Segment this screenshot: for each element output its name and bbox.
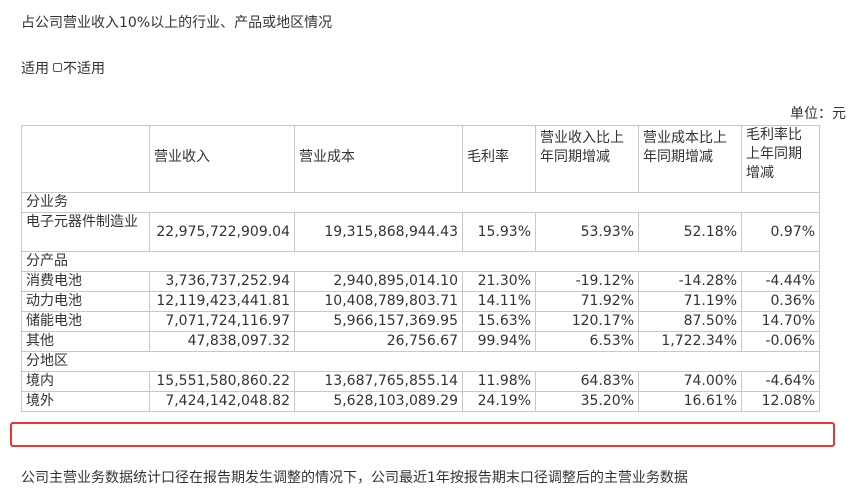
section-row: 分地区 — [21, 351, 820, 372]
table-cell: 1,722.34% — [638, 331, 742, 352]
table-cell: 99.94% — [462, 331, 536, 352]
row-label: 储能电池 — [21, 311, 150, 332]
table-cell: 6.53% — [535, 331, 639, 352]
table-cell: 7,071,724,116.97 — [149, 311, 295, 332]
table-cell: -4.44% — [741, 271, 820, 292]
table-cell: 15,551,580,860.22 — [149, 371, 295, 392]
header-cell: 营业收入 — [149, 125, 295, 193]
header-cell: 毛利率比上年同期增减 — [741, 125, 820, 193]
checkbox-icon[interactable] — [53, 63, 62, 72]
revenue-table: 营业收入 营业成本 毛利率 营业收入比上年同期增减 营业成本比上年同期增减 毛利… — [21, 125, 820, 412]
table-cell: 14.11% — [462, 291, 536, 312]
table-cell: 11.98% — [462, 371, 536, 392]
table-cell: 2,940,895,014.10 — [294, 271, 463, 292]
table-row: 储能电池 7,071,724,116.97 5,966,157,369.95 15.6… — [21, 311, 820, 332]
table-cell: 74.00% — [638, 371, 742, 392]
table-cell: -19.12% — [535, 271, 639, 292]
table-cell: 35.20% — [535, 391, 639, 412]
table-cell: 71.92% — [535, 291, 639, 312]
table-cell: 21.30% — [462, 271, 536, 292]
table-cell: 15.93% — [462, 212, 536, 252]
table-cell: 5,628,103,089.29 — [294, 391, 463, 412]
table-cell: 22,975,722,909.04 — [149, 212, 295, 252]
table-cell: 7,424,142,048.82 — [149, 391, 295, 412]
table-row: 消费电池 3,736,737,252.94 2,940,895,014.10 21.3… — [21, 271, 820, 292]
table-cell: 14.70% — [741, 311, 820, 332]
table-cell: 3,736,737,252.94 — [149, 271, 295, 292]
table-row: 境内 15,551,580,860.22 13,687,765,855.14 11.9… — [21, 371, 820, 392]
table-cell: 16.61% — [638, 391, 742, 412]
table-cell: 13,687,765,855.14 — [294, 371, 463, 392]
section-title: 分产品 — [21, 251, 820, 272]
table-cell: 52.18% — [638, 212, 742, 252]
row-label: 电子元器件制造业 — [21, 212, 150, 252]
row-label: 动力电池 — [21, 291, 150, 312]
table-cell: -4.64% — [741, 371, 820, 392]
header-cell: 毛利率 — [462, 125, 536, 193]
applicability-line: 适用 不适用 — [21, 58, 105, 78]
row-label: 境外 — [21, 391, 150, 412]
table-cell: 5,966,157,369.95 — [294, 311, 463, 332]
header-cell: 营业收入比上年同期增减 — [535, 125, 639, 193]
table-cell: 26,756.67 — [294, 331, 463, 352]
table-cell: 12.08% — [741, 391, 820, 412]
row-label: 境内 — [21, 371, 150, 392]
table-cell: 12,119,423,441.81 — [149, 291, 295, 312]
row-label: 其他 — [21, 331, 150, 352]
table-cell: 19,315,868,944.43 — [294, 212, 463, 252]
table-cell: 24.19% — [462, 391, 536, 412]
table-cell: 87.50% — [638, 311, 742, 332]
table-cell: 47,838,097.32 — [149, 331, 295, 352]
table-cell: 15.63% — [462, 311, 536, 332]
not-applicable-label: 不适用 — [63, 61, 105, 77]
table-cell: 53.93% — [535, 212, 639, 252]
table-cell: 120.17% — [535, 311, 639, 332]
table-cell: -14.28% — [638, 271, 742, 292]
header-cell — [21, 125, 150, 193]
highlight-box — [10, 422, 835, 447]
row-label: 消费电池 — [21, 271, 150, 292]
table-cell: 71.19% — [638, 291, 742, 312]
section-row: 分业务 — [21, 192, 820, 213]
header-cell: 营业成本 — [294, 125, 463, 193]
table-row: 其他 47,838,097.32 26,756.67 99.94% 6.53% 1,722… — [21, 331, 820, 352]
table-row: 动力电池 12,119,423,441.81 10,408,789,803.71 14… — [21, 291, 820, 312]
applicable-label: 适用 — [21, 61, 49, 77]
section-heading: 占公司营业收入10%以上的行业、产品或地区情况 — [21, 15, 333, 31]
footnote: 公司主营业务数据统计口径在报告期发生调整的情况下，公司最近1年按报告期末口径调整… — [21, 470, 688, 486]
table-row: 境外 7,424,142,048.82 5,628,103,089.29 24.19%… — [21, 391, 820, 412]
section-row: 分产品 — [21, 251, 820, 272]
section-title: 分业务 — [21, 192, 820, 213]
table-cell: -0.06% — [741, 331, 820, 352]
table-cell: 64.83% — [535, 371, 639, 392]
unit-label: 单位：元 — [790, 106, 846, 122]
table-cell: 0.97% — [741, 212, 820, 252]
table-cell: 0.36% — [741, 291, 820, 312]
table-row: 电子元器件制造业 22,975,722,909.04 19,315,868,944.… — [21, 212, 820, 252]
section-title: 分地区 — [21, 351, 820, 372]
table-cell: 10,408,789,803.71 — [294, 291, 463, 312]
header-cell: 营业成本比上年同期增减 — [638, 125, 742, 193]
table-header-row: 营业收入 营业成本 毛利率 营业收入比上年同期增减 营业成本比上年同期增减 毛利… — [21, 125, 820, 193]
